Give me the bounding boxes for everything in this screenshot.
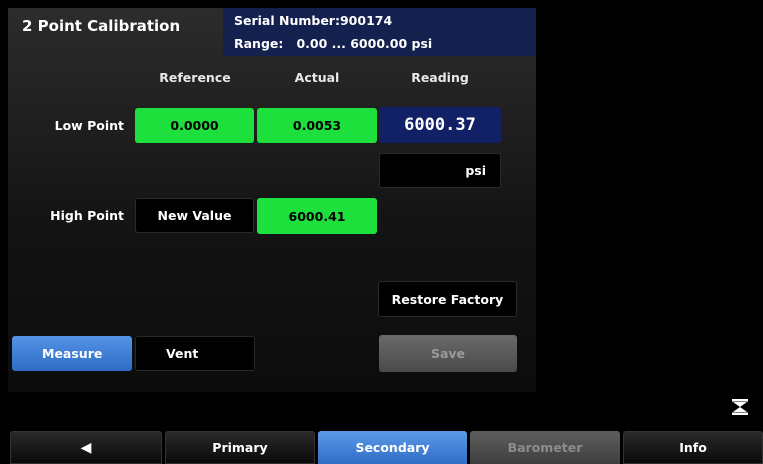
high-point-label: High Point: [50, 208, 124, 223]
column-header-actual: Actual: [294, 70, 340, 85]
serial-range-box: Serial Number:900174 Range: 0.00 ... 600…: [223, 8, 536, 56]
tab-barometer[interactable]: Barometer: [470, 431, 620, 464]
hourglass-collapse-icon[interactable]: [730, 397, 750, 417]
column-header-reading: Reading: [411, 70, 469, 85]
range: Range: 0.00 ... 6000.00 psi: [234, 36, 433, 51]
serial-number: Serial Number:900174: [234, 13, 393, 28]
unit-button[interactable]: psi: [379, 153, 501, 188]
left-arrow-icon: ◀: [80, 439, 92, 456]
low-point-actual-value[interactable]: 0.0053: [257, 108, 377, 143]
low-point-label: Low Point: [54, 118, 124, 133]
page-title: 2 Point Calibration: [22, 17, 181, 35]
tab-primary[interactable]: Primary: [165, 431, 315, 464]
measure-button[interactable]: Measure: [12, 336, 132, 371]
low-point-reading-display: 6000.37: [379, 107, 501, 143]
high-point-reference-button[interactable]: New Value: [135, 198, 254, 233]
tab-secondary[interactable]: Secondary: [318, 431, 467, 464]
vent-button[interactable]: Vent: [135, 336, 255, 371]
restore-factory-button[interactable]: Restore Factory: [378, 281, 517, 317]
back-tab[interactable]: ◀: [10, 431, 162, 464]
low-point-reference-button[interactable]: 0.0000: [135, 108, 254, 143]
high-point-actual-value[interactable]: 6000.41: [257, 198, 377, 234]
tab-info[interactable]: Info: [623, 431, 763, 464]
column-header-reference: Reference: [159, 70, 231, 85]
save-button[interactable]: Save: [379, 335, 517, 372]
